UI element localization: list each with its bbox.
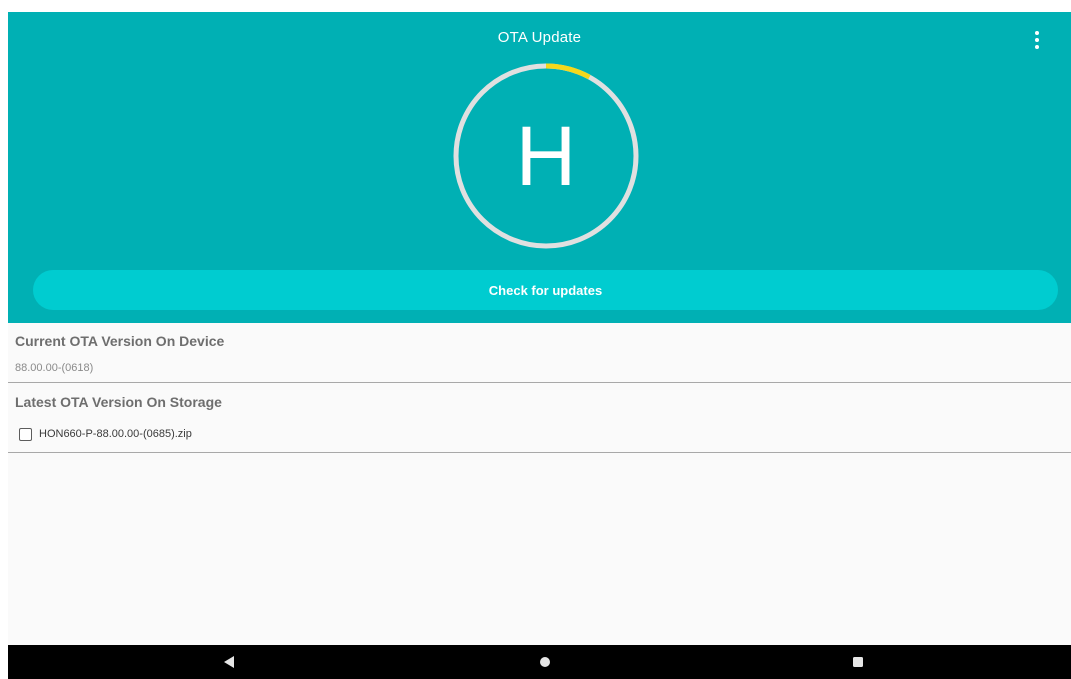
more-vert-icon[interactable] bbox=[1025, 26, 1049, 54]
app-header: OTA Update H Check for updates bbox=[8, 12, 1071, 323]
nav-recents-button[interactable] bbox=[828, 645, 888, 679]
current-version-value: 88.00.00-(0618) bbox=[15, 362, 94, 374]
file-checkbox[interactable] bbox=[19, 427, 32, 441]
nav-home-button[interactable] bbox=[515, 645, 575, 679]
check-for-updates-button[interactable]: Check for updates bbox=[33, 270, 1058, 310]
home-circle-icon bbox=[540, 657, 550, 667]
system-nav-bar bbox=[8, 645, 1071, 679]
ota-update-app: OTA Update H Check for updates Current O… bbox=[8, 12, 1071, 645]
current-version-heading: Current OTA Version On Device bbox=[15, 333, 225, 349]
menu-dot bbox=[1034, 37, 1040, 43]
menu-dot bbox=[1034, 44, 1040, 50]
screen: OTA Update H Check for updates Current O… bbox=[0, 0, 1071, 679]
current-version-section: Current OTA Version On Device 88.00.00-(… bbox=[8, 323, 1071, 383]
nav-back-button[interactable] bbox=[199, 645, 259, 679]
file-list-item[interactable]: HON660-P-88.00.00-(0685).zip bbox=[19, 425, 192, 443]
latest-version-section: Latest OTA Version On Storage HON660-P-8… bbox=[8, 383, 1071, 453]
file-name: HON660-P-88.00.00-(0685).zip bbox=[39, 428, 192, 440]
back-triangle-icon bbox=[224, 656, 234, 668]
latest-version-heading: Latest OTA Version On Storage bbox=[15, 394, 222, 410]
app-title: OTA Update bbox=[497, 29, 582, 46]
logo-letter: H bbox=[515, 109, 577, 203]
recents-square-icon bbox=[853, 657, 863, 667]
menu-dot bbox=[1034, 30, 1040, 36]
